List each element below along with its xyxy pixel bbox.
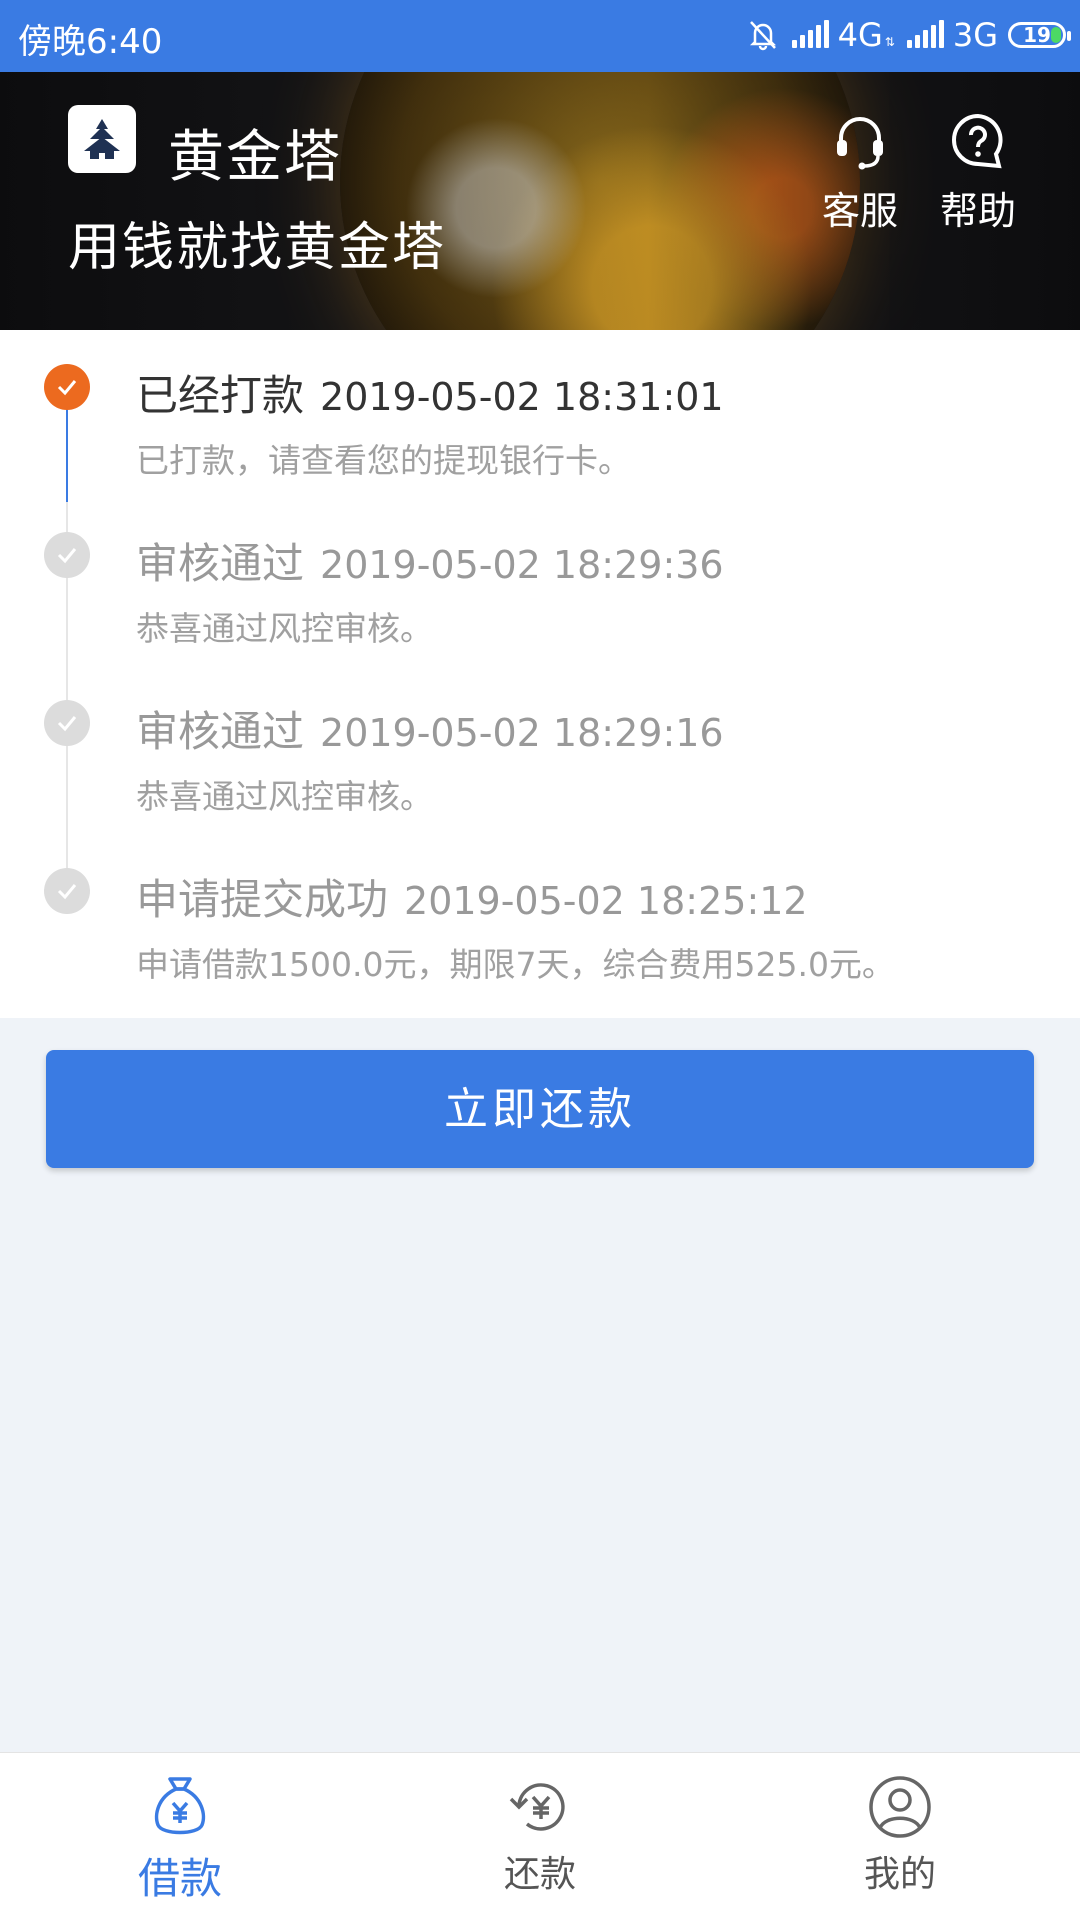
- step-title: 审核通过: [136, 539, 305, 588]
- headset-icon: [837, 117, 883, 170]
- network-type-1: 4G: [837, 16, 883, 54]
- step-title: 已经打款: [136, 371, 305, 420]
- status-bar: 傍晚6:40 4G ⇅ 3G 19: [0, 0, 1080, 72]
- check-icon: [44, 700, 90, 746]
- step-title: 审核通过: [136, 707, 305, 756]
- nav-label-mine: 我的: [863, 1854, 936, 1895]
- step-datetime: 2019-05-02 18:29:36: [320, 543, 724, 587]
- loan-status-timeline: 已经打款 2019-05-02 18:31:01 已打款，请查看您的提现银行卡。 …: [0, 330, 1080, 1018]
- step-description: 已打款，请查看您的提现银行卡。: [136, 441, 631, 480]
- step-description: 恭喜通过风控审核。: [136, 609, 433, 648]
- status-indicators: 4G ⇅ 3G 19: [746, 12, 1071, 58]
- step-datetime: 2019-05-02 18:31:01: [320, 375, 724, 419]
- nav-label-repay: 还款: [503, 1854, 576, 1895]
- bottom-navigation: 借款 还款 我的: [0, 1752, 1080, 1921]
- network-type-2: 3G: [952, 16, 998, 54]
- step-datetime: 2019-05-02 18:29:16: [320, 711, 724, 755]
- app-slogan: 用钱就找黄金塔: [68, 218, 447, 278]
- battery-icon: 19: [1008, 22, 1071, 48]
- battery-level: 19: [1023, 23, 1051, 47]
- step-description: 申请借款1500.0元，期限7天，综合费用525.0元。: [136, 945, 895, 984]
- status-time: 傍晚6:40: [18, 22, 163, 62]
- signal-icon-2: [905, 20, 944, 50]
- nav-item-repay[interactable]: 还款: [440, 1753, 640, 1897]
- step-title-row: 审核通过 2019-05-02 18:29:16: [136, 698, 724, 759]
- customer-service-button[interactable]: 客服: [810, 110, 910, 235]
- repay-now-button[interactable]: 立即还款: [46, 1050, 1034, 1168]
- step-description: 恭喜通过风控审核。: [136, 777, 433, 816]
- data-arrows-icon: ⇅: [884, 35, 895, 49]
- step-datetime: 2019-05-02 18:25:12: [404, 879, 808, 923]
- question-bubble-icon: [952, 113, 1003, 169]
- signal-icon: [790, 20, 829, 50]
- help-button[interactable]: 帮助: [928, 110, 1028, 235]
- app-name: 黄金塔: [168, 125, 342, 190]
- step-title-row: 申请提交成功 2019-05-02 18:25:12: [136, 866, 808, 927]
- check-icon: [44, 532, 90, 578]
- check-icon: [44, 364, 90, 410]
- pagoda-logo-icon: [68, 105, 136, 173]
- header-banner: 黄金塔 用钱就找黄金塔 客服 帮助: [0, 72, 1080, 330]
- step-title-row: 审核通过 2019-05-02 18:29:36: [136, 530, 724, 591]
- money-bag-icon: [154, 1777, 206, 1835]
- step-title-row: 已经打款 2019-05-02 18:31:01: [136, 362, 724, 423]
- yuan-refresh-icon: [509, 1783, 565, 1831]
- nav-label-borrow: 借款: [137, 1854, 222, 1903]
- mute-bell-icon: [749, 21, 776, 51]
- user-circle-icon: [869, 1776, 931, 1838]
- nav-item-mine[interactable]: 我的: [800, 1753, 1000, 1897]
- step-title: 申请提交成功: [136, 875, 389, 924]
- check-icon: [44, 868, 90, 914]
- nav-item-borrow[interactable]: 借款: [80, 1753, 280, 1906]
- help-label: 帮助: [939, 189, 1016, 233]
- customer-service-label: 客服: [821, 189, 898, 233]
